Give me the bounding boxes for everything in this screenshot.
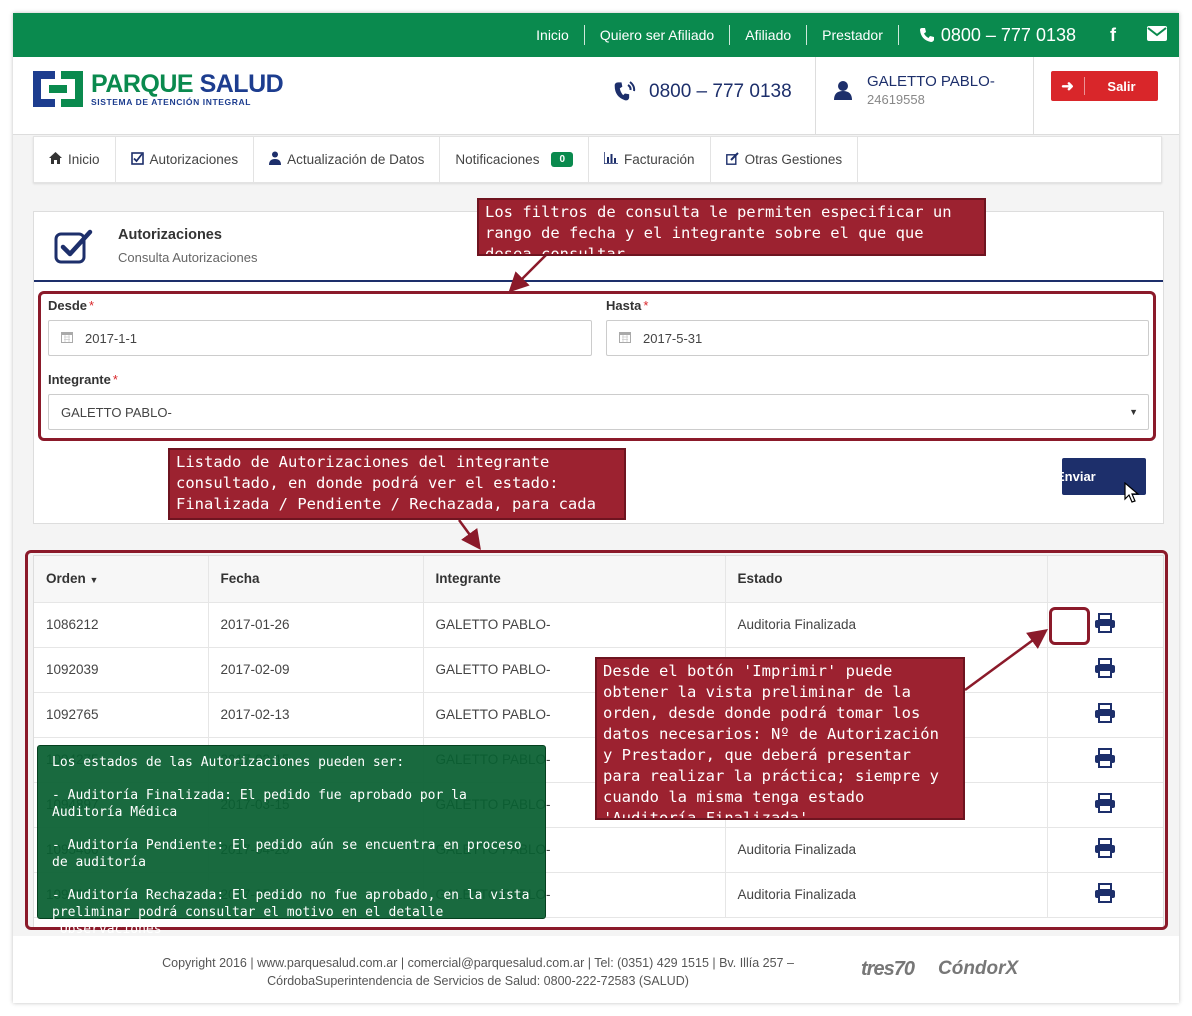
list-note: Listado de Autorizaciones del integrante… (168, 448, 626, 520)
states-note: Los estados de las Autorizaciones pueden… (37, 745, 546, 937)
state-rechazada: - Auditoría Rechazada: El pedido no fue … (52, 888, 530, 937)
filters-arrow (508, 252, 549, 293)
states-title: Los estados de las Autorizaciones pueden… (52, 755, 405, 770)
print-arrow (964, 629, 1049, 692)
list-arrow (457, 519, 481, 551)
print-note: Desde el botón 'Imprimir' puede obtener … (595, 657, 965, 820)
state-pendiente: - Auditoría Pendiente: El pedido aún se … (52, 838, 522, 870)
state-finalizada: - Auditoría Finalizada: El pedido fue ap… (52, 788, 467, 820)
filters-note: Los filtros de consulta le permiten espe… (477, 198, 986, 256)
